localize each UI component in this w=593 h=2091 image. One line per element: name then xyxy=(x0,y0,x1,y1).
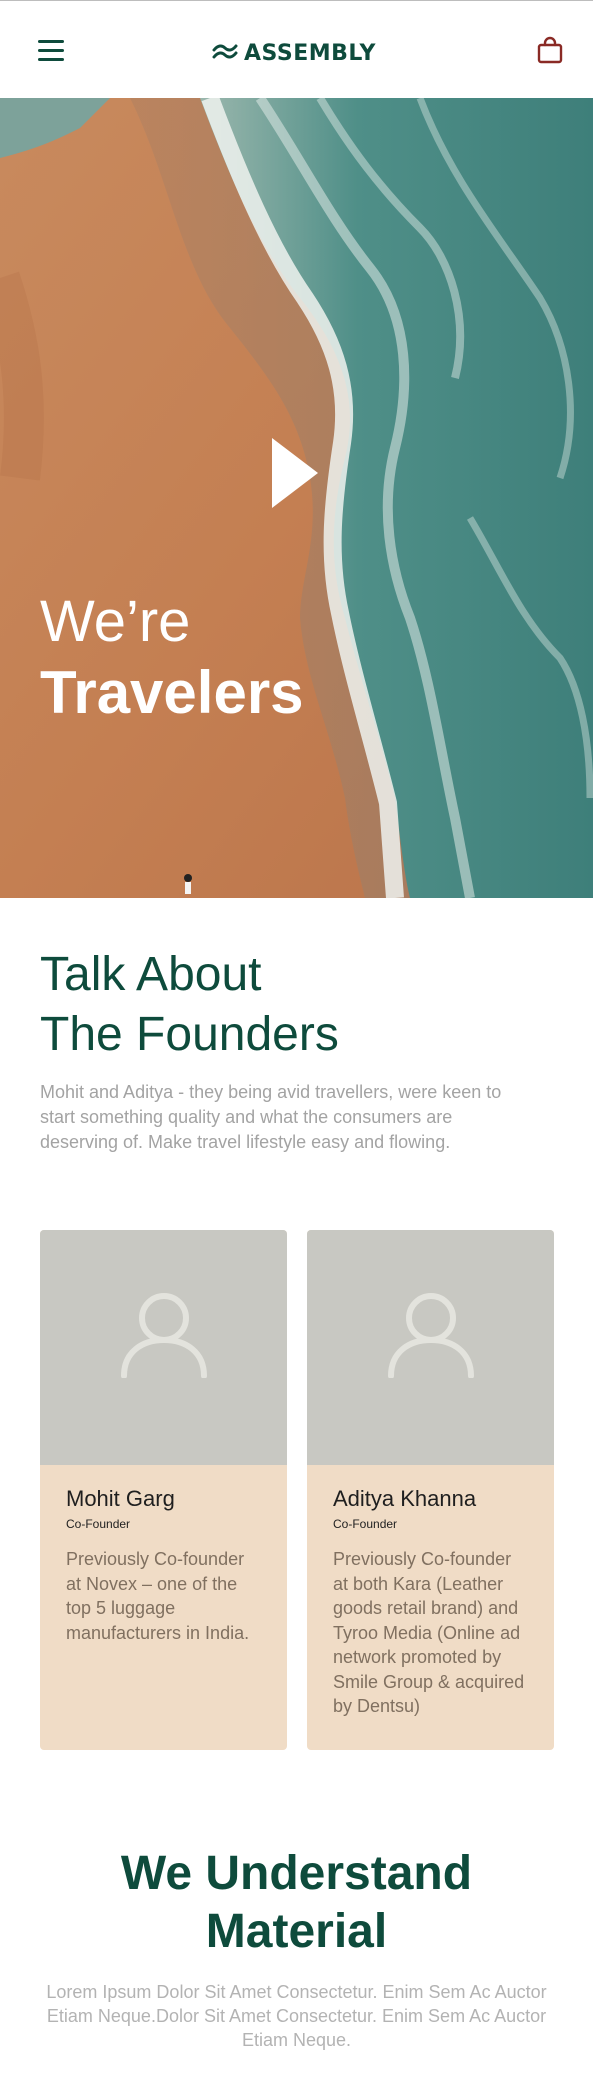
founder-name: Aditya Khanna xyxy=(333,1486,477,1511)
founders-description: Mohit and Aditya - they being avid trave… xyxy=(40,1082,502,1152)
founder-photo-placeholder xyxy=(307,1230,554,1465)
founder-bio: Previously Co-founder at Novex – one of … xyxy=(66,1549,250,1643)
hero-heading-line2: Travelers xyxy=(40,659,304,726)
brand-logo[interactable]: ASSEMBLY xyxy=(212,37,376,69)
founder-photo-placeholder xyxy=(40,1230,287,1465)
founders-heading-line2: The Founders xyxy=(40,1008,339,1061)
user-avatar-icon xyxy=(121,1293,207,1378)
user-avatar-icon xyxy=(388,1293,474,1378)
hero-heading-line1: We’re xyxy=(40,589,191,654)
play-icon[interactable] xyxy=(270,438,320,508)
founder-role: Co-Founder xyxy=(333,1517,398,1531)
top-nav: ASSEMBLY xyxy=(0,1,593,98)
founder-card: Aditya Khanna Co-Founder Previously Co-f… xyxy=(307,1230,554,1750)
hero-banner: We’re Travelers xyxy=(0,98,593,898)
wave-logo-icon xyxy=(212,44,238,59)
brand-name: ASSEMBLY xyxy=(244,40,376,66)
founder-card: Mohit Garg Co-Founder Previously Co-foun… xyxy=(40,1230,287,1750)
material-description: Lorem Ipsum Dolor Sit Amet Consectetur. … xyxy=(46,1982,547,2050)
founder-name: Mohit Garg xyxy=(66,1486,175,1511)
founder-bio: Previously Co-founder at both Kara (Leat… xyxy=(333,1549,525,1716)
founder-role: Co-Founder xyxy=(66,1517,131,1531)
material-heading-line2: Material xyxy=(205,1905,388,1958)
founders-heading: Talk About The Founders xyxy=(40,945,339,1065)
hamburger-menu-icon[interactable] xyxy=(38,39,64,61)
material-heading: We Understand Material xyxy=(0,1845,593,1961)
shopping-bag-icon[interactable] xyxy=(535,35,565,65)
material-heading-line1: We Understand xyxy=(120,1847,473,1900)
founders-heading-line1: Talk About xyxy=(40,948,262,1001)
